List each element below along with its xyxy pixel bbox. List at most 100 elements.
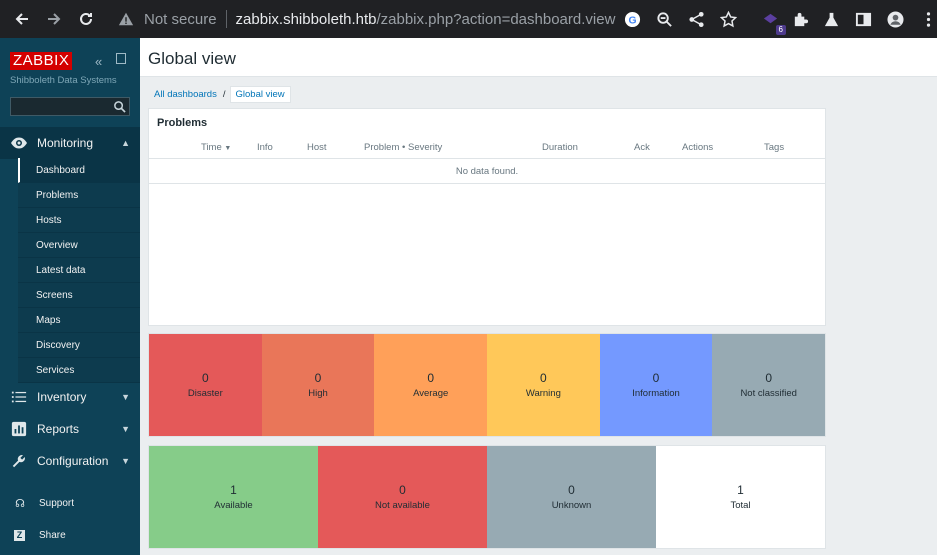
column-time-label: Time xyxy=(201,142,222,153)
severity-high[interactable]: 0 High xyxy=(261,334,375,436)
url-host: zabbix.shibboleth.htb xyxy=(235,10,377,28)
sort-desc-icon: ▼ xyxy=(224,145,232,152)
severity-warning[interactable]: 0 Warning xyxy=(487,334,600,436)
submenu-item-hosts[interactable]: Hosts xyxy=(18,208,140,233)
severity-label: Disaster xyxy=(187,388,223,399)
host-count: 0 xyxy=(399,483,406,497)
problems-widget: Problems Time ▼ Info Host Problem • Seve… xyxy=(148,108,826,326)
severity-average[interactable]: 0 Average xyxy=(374,334,488,436)
submenu-item-maps[interactable]: Maps xyxy=(18,308,140,333)
forward-icon[interactable] xyxy=(43,8,65,30)
org-name: Shibboleth Data Systems xyxy=(10,75,117,86)
severity-widget: 0 Disaster 0 High 0 Average 0 Warning 0 Infor… xyxy=(148,333,826,437)
share-label: Share xyxy=(39,529,66,541)
severity-count: 0 xyxy=(201,371,209,385)
severity-not-classified[interactable]: 0 Not classified xyxy=(712,334,826,436)
column-time[interactable]: Time ▼ xyxy=(201,142,231,153)
host-count: 0 xyxy=(568,483,575,497)
menu-configuration-label: Configuration xyxy=(37,454,109,468)
column-info: Info xyxy=(257,142,273,153)
share-z-icon: Z xyxy=(14,529,25,541)
kiosk-mode-icon[interactable] xyxy=(116,53,126,64)
bar-chart-icon xyxy=(10,420,28,438)
severity-label: Information xyxy=(632,388,680,399)
severity-count: 0 xyxy=(427,371,435,385)
support-label: Support xyxy=(39,497,75,509)
severity-disaster[interactable]: 0 Disaster xyxy=(149,334,262,436)
problems-table-header: Time ▼ Info Host Problem • Severity Dura… xyxy=(149,137,825,159)
column-ack: Ack xyxy=(634,142,650,153)
submenu-item-dashboard[interactable]: Dashboard xyxy=(18,158,140,183)
extension-badge-icon[interactable]: 6 xyxy=(760,9,786,35)
menu-inventory[interactable]: Inventory ▼ xyxy=(0,381,140,413)
column-host[interactable]: Host xyxy=(307,142,327,153)
submenu-item-discovery[interactable]: Discovery xyxy=(18,333,140,358)
severity-count: 0 xyxy=(652,371,660,385)
menu-reports[interactable]: Reports ▼ xyxy=(0,413,140,445)
bookmark-star-icon[interactable] xyxy=(718,9,738,29)
menu-monitoring[interactable]: Monitoring ▲ xyxy=(0,127,140,159)
address-bar[interactable]: Not secure zabbix.shibboleth.htb /zabbix… xyxy=(107,4,649,34)
column-duration: Duration xyxy=(542,142,578,153)
column-actions: Actions xyxy=(682,142,714,153)
submenu-item-screens[interactable]: Screens xyxy=(18,283,140,308)
page-title: Global view xyxy=(148,49,236,68)
not-secure-label: Not secure xyxy=(144,10,217,28)
submenu-item-overview[interactable]: Overview xyxy=(18,233,140,258)
no-data-message: No data found. xyxy=(149,159,825,184)
submenu-item-services[interactable]: Services xyxy=(18,358,140,383)
wrench-icon xyxy=(10,452,28,470)
eye-icon xyxy=(10,134,28,152)
breadcrumb: All dashboards / Global view xyxy=(148,86,291,103)
host-status-label: Not available xyxy=(375,500,430,511)
host-count: 1 xyxy=(737,483,744,497)
severity-label: Not classified xyxy=(740,388,797,399)
list-icon xyxy=(10,388,28,406)
severity-count: 0 xyxy=(314,371,322,385)
host-status-label: Unknown xyxy=(551,500,592,511)
support-link[interactable]: ☊ Support xyxy=(0,491,140,515)
share-link[interactable]: Z Share xyxy=(0,523,140,547)
host-count: 1 xyxy=(230,483,237,497)
flask-icon[interactable] xyxy=(821,9,841,29)
submenu-item-problems[interactable]: Problems xyxy=(18,183,140,208)
search-icon xyxy=(114,101,126,113)
column-problem-severity[interactable]: Problem • Severity xyxy=(364,142,442,153)
share-icon[interactable] xyxy=(686,9,706,29)
collapse-sidebar-icon[interactable]: « xyxy=(95,54,102,69)
url-path: /zabbix.php?action=dashboard.view xyxy=(376,10,616,28)
breadcrumb-all-dashboards[interactable]: All dashboards xyxy=(148,89,223,100)
severity-count: 0 xyxy=(765,371,773,385)
browser-toolbar: Not secure zabbix.shibboleth.htb /zabbix… xyxy=(0,0,937,38)
menu-inventory-label: Inventory xyxy=(37,390,87,404)
profile-avatar-icon[interactable] xyxy=(885,9,905,29)
chevron-down-icon: ▼ xyxy=(121,392,130,402)
side-panel-icon[interactable] xyxy=(853,9,873,29)
menu-configuration[interactable]: Configuration ▼ xyxy=(0,445,140,477)
search-input[interactable] xyxy=(10,97,130,116)
menu-monitoring-label: Monitoring xyxy=(37,136,94,150)
breadcrumb-current[interactable]: Global view xyxy=(229,86,291,103)
warning-icon xyxy=(117,10,135,28)
submenu-item-latest-data[interactable]: Latest data xyxy=(18,258,140,283)
host-availability-widget: 1 Available 0 Not available 0 Unknown 1 Tota… xyxy=(148,445,826,549)
google-icon[interactable]: G xyxy=(622,9,642,29)
sidebar: ZABBIX Shibboleth Data Systems « Monitor… xyxy=(0,38,140,555)
hosts-unknown[interactable]: 0 Unknown xyxy=(487,446,656,548)
chevron-up-icon: ▲ xyxy=(121,138,130,148)
chevron-down-icon: ▼ xyxy=(121,456,130,466)
support-icon: ☊ xyxy=(15,497,25,510)
hosts-total: 1 Total xyxy=(656,446,825,548)
hosts-not-available[interactable]: 0 Not available xyxy=(318,446,487,548)
zoom-icon[interactable] xyxy=(654,9,674,29)
severity-label: Average xyxy=(413,388,449,399)
hosts-available[interactable]: 1 Available xyxy=(149,446,318,548)
kebab-menu-icon[interactable] xyxy=(918,9,937,29)
zabbix-logo[interactable]: ZABBIX xyxy=(10,52,73,70)
reload-icon[interactable] xyxy=(75,8,97,30)
severity-information[interactable]: 0 Information xyxy=(599,334,713,436)
back-icon[interactable] xyxy=(11,8,33,30)
svg-text:G: G xyxy=(628,15,636,26)
extension-badge-count: 6 xyxy=(775,25,786,35)
puzzle-icon[interactable] xyxy=(790,9,810,29)
